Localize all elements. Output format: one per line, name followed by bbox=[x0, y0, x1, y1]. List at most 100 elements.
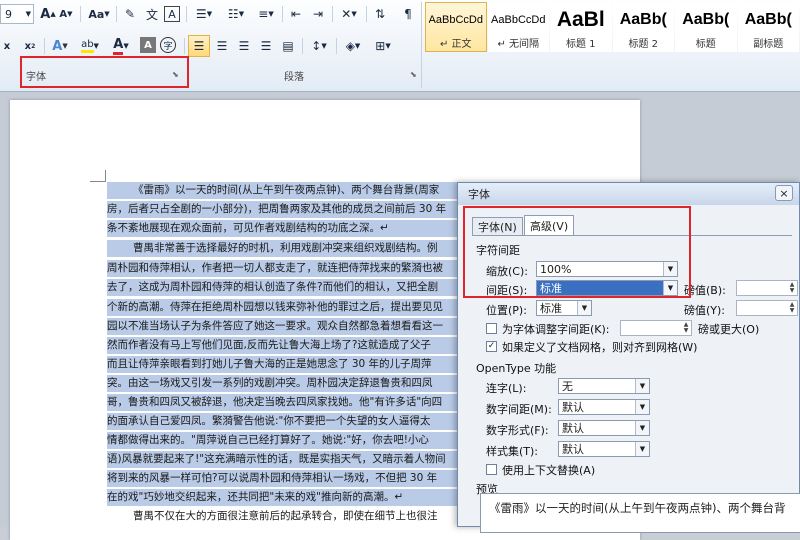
numbering-button[interactable]: ☷ ▼ bbox=[222, 4, 250, 24]
style-no-spacing[interactable]: AaBbCcDd ↵ 无间隔 bbox=[487, 2, 549, 52]
opentype-heading: OpenType 功能 bbox=[476, 362, 557, 375]
doc-line[interactable]: 而且让侍萍亲眼看到打她儿子鲁大海的正是她思念了 30 年的儿子周萍 bbox=[107, 356, 457, 373]
doc-line[interactable]: 然而作者没有马上写他们见面,反而先让鲁大海上场了?这就造成了父子 bbox=[107, 337, 457, 354]
style-heading-2[interactable]: AaBb( 标题 2 bbox=[612, 2, 674, 52]
bullets-button[interactable]: ☰ ▼ bbox=[190, 4, 218, 24]
phonetic-guide-button[interactable]: 文 bbox=[142, 4, 162, 24]
chevron-down-icon: ▼ bbox=[635, 442, 649, 456]
change-case-icon: Aa bbox=[88, 7, 105, 21]
style-preview: AaBl bbox=[556, 9, 605, 31]
number-forms-value: 默认 bbox=[562, 422, 584, 435]
number-forms-label: 数字形式(F): bbox=[486, 424, 549, 437]
style-normal[interactable]: AaBbCcDd ↵ 正文 bbox=[425, 2, 487, 52]
doc-line[interactable]: 突。由这一场戏又引发一系列的戏剧冲突。周朴园决定辞退鲁贵和四凤 bbox=[107, 375, 457, 392]
spacing-select[interactable]: 标准 ▼ bbox=[536, 280, 678, 296]
doc-line[interactable]: 语)风暴就要起来了!"这充满暗示性的话，既是实指天气，又暗示着人物间 bbox=[107, 451, 457, 468]
style-preview: AaBb( bbox=[682, 11, 730, 28]
font-size-combo[interactable]: 9 ▼ bbox=[0, 4, 34, 24]
style-subtitle[interactable]: AaBb( 副标题 bbox=[737, 2, 799, 52]
dialog-titlebar[interactable]: 字体 × bbox=[458, 183, 799, 205]
separator bbox=[186, 6, 187, 22]
line-spacing-button[interactable]: ↕ ▼ bbox=[306, 36, 332, 56]
align-left-button[interactable]: ☰ bbox=[188, 35, 210, 57]
doc-line[interactable]: 将到来的风暴一样可怕?可以说周朴园和侍萍相认一场戏，不但把 30 年 bbox=[107, 470, 457, 487]
position-by-spinner[interactable]: ▲ ▼ bbox=[736, 300, 798, 316]
superscript-button[interactable]: x2 bbox=[22, 36, 38, 56]
number-spacing-select[interactable]: 默认 ▼ bbox=[558, 399, 650, 415]
doc-line[interactable]: 情都做得出来的。"周萍说自己已经打算好了。她说:"好，你去吧!小心 bbox=[107, 432, 457, 449]
shading-button[interactable]: ◈ ▼ bbox=[340, 36, 366, 56]
decrease-indent-button[interactable]: ⇤ bbox=[286, 4, 306, 24]
align-center-button[interactable]: ☰ bbox=[212, 36, 232, 56]
kerning-checkbox[interactable] bbox=[486, 323, 497, 334]
doc-line[interactable]: 个新的高潮。侍萍在拒绝周朴园想以钱来弥补他的罪过之后，提出要见见 bbox=[107, 299, 457, 316]
doc-line[interactable]: 去了，这成为周朴园和侍萍的相认创造了条件?而他们的相认，又把全剧 bbox=[107, 279, 457, 296]
subscript-icon: x bbox=[3, 40, 11, 52]
align-left-icon: ☰ bbox=[193, 39, 205, 53]
show-marks-button[interactable]: ¶ bbox=[398, 4, 418, 24]
style-preview: AaBbCcDd bbox=[428, 14, 483, 26]
text-effects-icon: A bbox=[52, 38, 63, 54]
grow-font-button[interactable]: A ▲ bbox=[40, 4, 56, 24]
style-heading-1[interactable]: AaBl 标题 1 bbox=[550, 2, 612, 52]
contextual-alternates-checkbox[interactable] bbox=[486, 464, 497, 475]
spacing-label: 间距(S): bbox=[486, 284, 528, 297]
subscript-button[interactable]: x bbox=[0, 36, 14, 56]
sort-button[interactable]: ⇅ bbox=[370, 4, 390, 24]
number-forms-select[interactable]: 默认 ▼ bbox=[558, 420, 650, 436]
shrink-font-icon: A bbox=[59, 8, 68, 20]
highlight-button[interactable]: ab ▼ bbox=[76, 36, 104, 56]
doc-line[interactable]: 曹禺不仅在大的方面很注意前后的起承转合，即使在细节上也很注 bbox=[107, 508, 457, 525]
doc-line[interactable]: 《雷雨》以一天的时间(从上午到午夜两点钟)、两个舞台背景(周家 bbox=[107, 182, 457, 199]
distributed-button[interactable]: ▤ bbox=[278, 36, 298, 56]
kerning-spinner[interactable]: ▲ ▼ bbox=[620, 320, 692, 336]
clear-format-button[interactable]: ✎ bbox=[120, 4, 140, 24]
dialog-title: 字体 bbox=[468, 188, 490, 201]
tab-advanced[interactable]: 高级(V) bbox=[524, 215, 575, 235]
tab-font[interactable]: 字体(N) bbox=[472, 217, 523, 235]
position-label: 位置(P): bbox=[486, 304, 527, 317]
doc-line[interactable]: 曹禺非常善于选择最好的时机，利用戏剧冲突来组织戏剧结构。例 bbox=[107, 240, 457, 257]
doc-line[interactable]: 条不紊地展现在观众面前，可见作者戏剧结构的功底之深。↵ bbox=[107, 220, 457, 237]
position-select[interactable]: 标准 ▼ bbox=[536, 300, 592, 316]
change-case-button[interactable]: Aa ▼ bbox=[86, 4, 112, 24]
chevron-down-icon: ▼ bbox=[635, 421, 649, 435]
spinner-arrows-icon: ▲ ▼ bbox=[789, 281, 795, 294]
phonetic-guide-icon: 文 bbox=[145, 7, 158, 22]
stylistic-sets-select[interactable]: 默认 ▼ bbox=[558, 441, 650, 457]
font-dialog-launcher-icon[interactable]: ⬊ bbox=[172, 70, 179, 79]
doc-line[interactable]: 房，后者只占全剧的一小部分)，把周鲁两家及其他的成员之间前后 30 年 bbox=[107, 201, 457, 218]
font-color-button[interactable]: A ▼ bbox=[108, 36, 134, 56]
scale-select[interactable]: 100% ▼ bbox=[536, 261, 678, 277]
snap-grid-checkbox[interactable]: ✓ bbox=[486, 341, 497, 352]
char-border-button[interactable]: A bbox=[164, 6, 180, 22]
close-button[interactable]: × bbox=[775, 185, 793, 201]
borders-button[interactable]: ⊞ ▼ bbox=[370, 36, 396, 56]
enclose-char-button[interactable]: 字 bbox=[160, 37, 176, 53]
shrink-font-button[interactable]: A ▼ bbox=[58, 4, 74, 24]
paragraph-dialog-launcher-icon[interactable]: ⬊ bbox=[410, 70, 417, 79]
text-effects-button[interactable]: A ▼ bbox=[48, 36, 72, 56]
spacing-by-spinner[interactable]: ▲ ▼ bbox=[736, 280, 798, 296]
spinner-arrows-icon: ▲ ▼ bbox=[683, 321, 689, 334]
ligatures-select[interactable]: 无 ▼ bbox=[558, 378, 650, 394]
justify-button[interactable]: ☰ bbox=[256, 36, 276, 56]
chevron-down-icon: ▼ bbox=[635, 379, 649, 393]
increase-indent-button[interactable]: ⇥ bbox=[308, 4, 328, 24]
ribbon: 9 ▼ A ▲ A ▼ Aa ▼ ✎ 文 A ☰ ▼ ☷ ▼ ≡ ▼ ⇤ ⇥ ✕ ▼ ⇅ ¶ x… bbox=[0, 0, 800, 92]
separator bbox=[336, 38, 337, 54]
separator bbox=[332, 6, 333, 22]
doc-line[interactable]: 周朴园和侍萍相认，作者把一切人都支走了，就连把侍萍找来的繁漪也被 bbox=[107, 260, 457, 277]
style-title[interactable]: AaBb( 标题 bbox=[675, 2, 737, 52]
doc-line[interactable]: 园以不准当场认子为条件答应了她这一要求。观众自然都急着想看看这一 bbox=[107, 318, 457, 335]
style-name: 副标题 bbox=[753, 39, 784, 50]
multilevel-list-button[interactable]: ≡ ▼ bbox=[254, 4, 278, 24]
doc-line[interactable]: 哥，鲁贵和四凤又被辞退，他决定当晚去四凤家找她。他"有许多话"向四 bbox=[107, 394, 457, 411]
char-shading-button[interactable]: A bbox=[140, 37, 156, 53]
align-right-button[interactable]: ☰ bbox=[234, 36, 254, 56]
doc-line[interactable]: 在的戏"巧妙地交织起来，还共同把"未来的戏"推向新的高潮。↵ bbox=[107, 489, 457, 506]
outdent-icon: ⇤ bbox=[290, 7, 302, 21]
doc-line[interactable]: 的面承认自己爱四凤。繁漪警告他说:"你不要把一个失望的女人逼得太 bbox=[107, 413, 457, 430]
chinese-layout-button[interactable]: ✕ ▼ bbox=[336, 4, 362, 24]
preview-box: 《雷雨》以一天的时间(从上午到午夜两点钟)、两个舞台背 bbox=[480, 493, 800, 533]
